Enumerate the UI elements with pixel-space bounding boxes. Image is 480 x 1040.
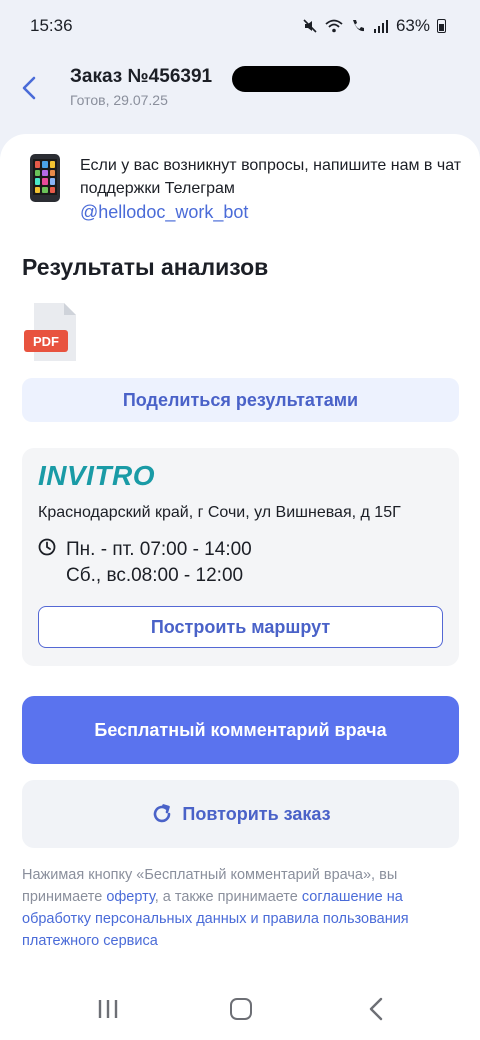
battery-icon [437,19,446,33]
build-route-button[interactable]: Построить маршрут [38,606,443,648]
wifi-call-icon [352,20,364,32]
lab-hours: Пн. - пт. 07:00 - 14:00 Сб., вс.08:00 - … [66,537,252,589]
clock-icon [38,538,56,556]
order-header: Заказ №456391 Готов, 29.07.25 [0,52,480,134]
status-time: 15:36 [30,16,73,35]
legal-part-2: , а также принимаете [154,889,302,905]
invitro-logo: INVITRO [38,460,156,491]
doctor-comment-button[interactable]: Бесплатный комментарий врача [22,696,459,764]
order-title: Заказ №456391 [70,66,213,87]
recent-apps-icon[interactable] [96,998,120,1020]
battery-percent: 63% [395,16,430,35]
signal-icon [373,20,388,33]
repeat-order-button[interactable]: Повторить заказ [22,780,459,848]
pdf-file-icon[interactable]: PDF [24,302,78,364]
system-back-icon[interactable] [366,996,386,1022]
pdf-badge-label: PDF [33,334,59,349]
home-icon[interactable] [230,998,252,1020]
telegram-bot-link[interactable]: @hellodoc_work_bot [80,202,248,223]
share-results-button[interactable]: Поделиться результатами [22,378,459,422]
lab-card: INVITRO Краснодарский край, г Сочи, ул В… [22,448,459,666]
results-heading: Результаты анализов [22,254,269,280]
mobile-phone-icon [30,154,60,202]
repeat-order-label: Повторить заказ [182,803,331,824]
offer-link[interactable]: оферту [106,889,154,905]
hours-weekday: Пн. - пт. 07:00 - 14:00 [66,539,252,560]
redacted-mark [232,66,350,92]
back-arrow-icon[interactable] [18,74,42,102]
status-bar: 15:36 63% [0,0,480,52]
lab-address: Краснодарский край, г Сочи, ул Вишневая,… [38,504,401,521]
wifi-icon [325,19,343,33]
hours-weekend: Сб., вс.08:00 - 12:00 [66,565,244,586]
legal-text: Нажимая кнопку «Бесплатный комментарий в… [22,864,464,952]
status-icons: 63% [302,16,446,36]
support-text: Если у вас возникнут вопросы, напишите н… [80,157,462,197]
mute-icon [303,19,317,33]
order-sheet: Если у вас возникнут вопросы, напишите н… [0,134,480,974]
support-block: Если у вас возникнут вопросы, напишите н… [24,152,464,232]
refresh-icon [154,804,171,823]
system-nav-bar [0,974,480,1040]
order-status: Готов, 29.07.25 [70,92,168,108]
